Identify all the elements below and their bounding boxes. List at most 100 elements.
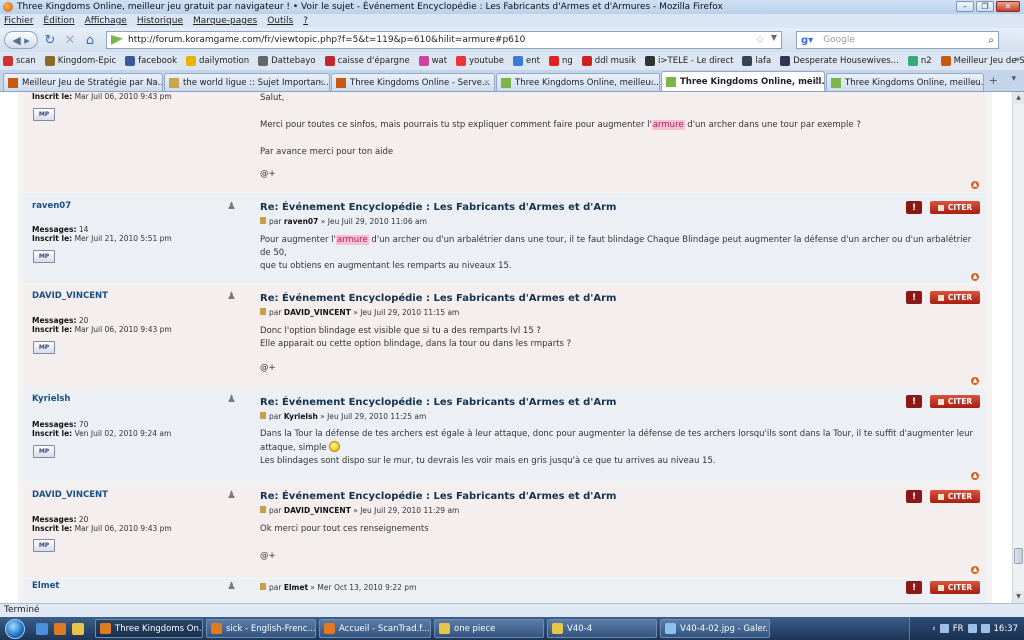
report-button[interactable]: ! [906, 490, 922, 503]
taskbar-item-label[interactable]: sick - English-Frenc... [226, 624, 315, 634]
byline-author[interactable]: raven07 [284, 217, 319, 226]
bookmark-item[interactable]: dailymotion [186, 56, 249, 66]
post-title[interactable]: Re: Événement Encyclopédie : Les Fabrica… [260, 491, 616, 502]
bookmark-item[interactable]: Dattebayo [258, 56, 316, 66]
post-author[interactable]: DAVID_VINCENT [32, 490, 108, 500]
bookmark-label[interactable]: ddl musik [595, 56, 636, 66]
bookmark-label[interactable]: ng [562, 56, 573, 66]
report-button[interactable]: ! [906, 291, 922, 304]
bookmark-item[interactable]: ng [549, 56, 573, 66]
menu-marque-pages[interactable]: Marque-pages [193, 16, 257, 26]
taskbar-item[interactable]: V40-4-02.jpg - Galer... [660, 619, 770, 638]
post-author[interactable]: Kyrielsh [32, 394, 70, 404]
byline-author[interactable]: Elmet [284, 583, 308, 592]
bookmark-item[interactable]: ddl musik [581, 56, 636, 66]
post-title[interactable]: Re: Événement Encyclopédie : Les Fabrica… [260, 202, 616, 213]
tab-close-icon[interactable]: ✕ [318, 78, 325, 87]
menu-help[interactable]: ? [303, 16, 308, 26]
quote-button[interactable]: CITER [930, 581, 980, 594]
tab-close-icon[interactable]: ✕ [972, 78, 979, 87]
back-to-top-icon[interactable]: ▲ [971, 566, 979, 574]
report-button[interactable]: ! [906, 201, 922, 214]
browser-tab[interactable]: Meilleur Jeu de Stratégie par Na... ✕ [3, 73, 163, 91]
bookmark-label[interactable]: Kingdom-Epic [58, 56, 116, 66]
bookmark-label[interactable]: i>TELE - Le direct [658, 56, 733, 66]
pm-button[interactable]: MP [33, 250, 55, 263]
back-to-top-icon[interactable]: ▲ [971, 472, 979, 480]
language-indicator[interactable]: FR [953, 624, 964, 634]
bookmark-label[interactable]: caisse d'épargne [338, 56, 410, 66]
browser-tab-active[interactable]: Three Kingdoms Online, meill... ✕ [661, 71, 825, 91]
report-button[interactable]: ! [906, 395, 922, 408]
taskbar-item-label[interactable]: V40-4-02.jpg - Galer... [680, 624, 769, 634]
bookmark-label[interactable]: youtube [469, 56, 504, 66]
taskbar-item[interactable]: Accueil - ScanTrad.f... [319, 619, 431, 638]
tab-close-icon[interactable]: ✕ [813, 77, 820, 86]
tab-label[interactable]: Three Kingdoms Online, meill... [680, 77, 824, 87]
taskbar-item-label[interactable]: Three Kingdoms On... [115, 624, 202, 634]
bookmark-item[interactable]: lafa [742, 56, 771, 66]
quote-button[interactable]: CITER [930, 291, 980, 304]
bookmark-item[interactable]: wat [418, 56, 447, 66]
quote-button[interactable]: CITER [930, 395, 980, 408]
tray-expand-icon[interactable]: ‹ [932, 624, 935, 634]
url-text[interactable]: http://forum.koramgame.com/fr/viewtopic.… [128, 35, 525, 45]
taskbar-item-label[interactable]: one piece [454, 624, 495, 634]
bookmark-item[interactable]: Kingdom-Epic [44, 56, 116, 66]
browser-tab[interactable]: Three Kingdoms Online, meilleu... ✕ [496, 73, 660, 91]
bookmark-item[interactable]: caisse d'épargne [324, 56, 410, 66]
back-to-top-icon[interactable]: ▲ [971, 181, 979, 189]
bookmark-label[interactable]: facebook [138, 56, 177, 66]
menu-historique[interactable]: Historique [137, 16, 183, 26]
bookmark-item[interactable]: Desperate Housewives... [780, 56, 899, 66]
tab-close-icon[interactable]: ✕ [483, 78, 490, 87]
menu-outils[interactable]: Outils [267, 16, 293, 26]
firefox-quicklaunch-icon[interactable] [54, 622, 66, 635]
tab-label[interactable]: Three Kingdoms Online, meilleu... [515, 78, 659, 88]
byline-author[interactable]: DAVID_VINCENT [284, 506, 351, 515]
bookmark-item[interactable]: i>TELE - Le direct [645, 56, 733, 66]
tab-close-icon[interactable]: ✕ [648, 78, 655, 87]
tab-label[interactable]: Three Kingdoms Online - Serve... [350, 78, 490, 88]
battery-icon[interactable] [980, 624, 990, 633]
bookmark-item[interactable]: scan [3, 56, 36, 66]
quote-button[interactable]: CITER [930, 490, 980, 503]
tab-list-button[interactable]: ▾ [1011, 74, 1016, 84]
bookmark-item[interactable]: Meilleur Jeu de Stratég... [940, 56, 1024, 66]
home-icon[interactable]: ⌂ [80, 31, 100, 49]
taskbar-item[interactable]: V40-4 [547, 619, 657, 638]
tab-label[interactable]: Meilleur Jeu de Stratégie par Na... [22, 78, 162, 88]
google-icon[interactable]: g▾ [801, 35, 813, 46]
pm-button[interactable]: MP [33, 108, 55, 121]
volume-icon[interactable] [967, 624, 977, 633]
menu-edition[interactable]: Édition [43, 16, 74, 26]
back-button[interactable]: ◀ ▸ [4, 31, 38, 49]
byline-author[interactable]: Kyrielsh [284, 412, 318, 421]
maximize-button[interactable]: ❐ [976, 1, 994, 12]
new-tab-button[interactable]: + [989, 74, 998, 87]
taskbar-item-label[interactable]: Accueil - ScanTrad.f... [339, 624, 430, 634]
stop-icon[interactable]: ✕ [60, 31, 80, 49]
folder-quicklaunch-icon[interactable] [72, 622, 84, 635]
search-bar[interactable]: g▾ Google ⌕ [796, 31, 999, 49]
bookmark-item[interactable]: facebook [125, 56, 177, 66]
taskbar-item[interactable]: one piece [434, 619, 544, 638]
vertical-scrollbar[interactable]: ▲ ▼ [1012, 92, 1024, 603]
search-icon[interactable]: ⌕ [988, 35, 994, 46]
bookmarks-overflow-icon[interactable]: » [1014, 55, 1020, 65]
bookmark-label[interactable]: dailymotion [199, 56, 249, 66]
menu-affichage[interactable]: Affichage [85, 16, 127, 26]
bookmark-label[interactable]: lafa [755, 56, 771, 66]
bookmark-label[interactable]: scan [16, 56, 36, 66]
tab-label[interactable]: Three Kingdoms Online, meilleu... [845, 78, 983, 88]
tab-close-icon[interactable]: ✕ [151, 78, 158, 87]
post-title[interactable]: Re: Événement Encyclopédie : Les Fabrica… [260, 293, 616, 304]
reload-icon[interactable]: ↻ [40, 31, 60, 49]
scroll-down-icon[interactable]: ▼ [1013, 591, 1024, 603]
post-title[interactable]: Re: Événement Encyclopédie : Les Fabrica… [260, 397, 616, 408]
bookmark-label[interactable]: ent [526, 56, 540, 66]
report-button[interactable]: ! [906, 581, 922, 594]
taskbar-item[interactable]: Three Kingdoms On... [95, 619, 203, 638]
browser-tab[interactable]: Three Kingdoms Online - Serve... ✕ [331, 73, 495, 91]
pm-button[interactable]: MP [33, 341, 55, 354]
